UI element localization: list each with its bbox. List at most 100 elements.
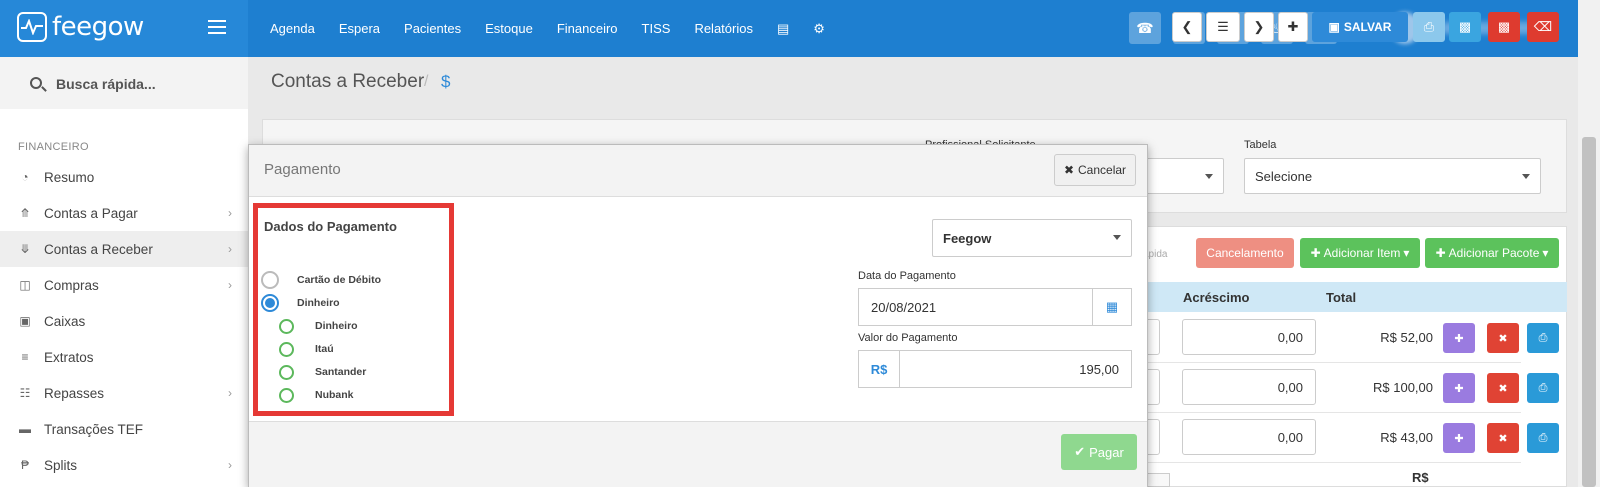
sidebar-item-contas-a-pagar[interactable]: ⤊ Contas a Pagar › — [0, 195, 248, 231]
radio-dinheiro[interactable] — [261, 294, 279, 312]
row-acrescimo-input[interactable]: 0,00 — [1182, 319, 1316, 355]
row-acrescimo-input[interactable]: 0,00 — [1182, 419, 1316, 455]
cancel-button[interactable]: ✖ Cancelar — [1054, 154, 1136, 186]
row-medkit-button[interactable]: ✚ — [1443, 423, 1475, 453]
radio-sub-dinheiro[interactable] — [279, 319, 294, 334]
nav-relatorios[interactable]: Relatórios — [694, 21, 753, 36]
radio-label: Dinheiro — [297, 297, 340, 309]
save-button[interactable]: ▣ SALVAR — [1312, 12, 1408, 42]
row-print-button[interactable]: ⎙ — [1527, 373, 1559, 403]
nav-pacientes[interactable]: Pacientes — [404, 21, 461, 36]
pdf-button[interactable]: ▩ — [1488, 12, 1520, 42]
chevron-right-icon: › — [228, 206, 232, 220]
sidebar-item-label: Resumo — [44, 169, 95, 185]
account-select-value: Feegow — [943, 230, 992, 246]
dollar-icon: $ — [441, 72, 451, 91]
print-button[interactable]: ⎙ — [1413, 12, 1445, 42]
nav-espera[interactable]: Espera — [339, 21, 380, 36]
cancel-label: Cancelar — [1078, 163, 1127, 177]
trash-icon: ⌫ — [1533, 19, 1553, 34]
logo-icon — [17, 12, 47, 42]
page-scrollbar[interactable] — [1578, 0, 1600, 487]
add-item-label: Adicionar Item — [1323, 246, 1401, 260]
row-divider — [1143, 362, 1521, 363]
search-icon — [30, 77, 42, 89]
sidebar-item-resumo[interactable]: ◔ Resumo — [0, 159, 248, 195]
value-input[interactable]: 195,00 — [899, 350, 1132, 388]
row-print-button[interactable]: ⎙ — [1527, 323, 1559, 353]
plus-icon: ✚ — [1435, 246, 1446, 260]
row-print-button[interactable]: ⎙ — [1527, 423, 1559, 453]
nav-estoque[interactable]: Estoque — [485, 21, 533, 36]
phone-icon[interactable]: ☎ — [1129, 12, 1161, 44]
page-header: Contas a Receber / $ — [248, 57, 1578, 109]
tabela-select[interactable]: Selecione — [1244, 158, 1541, 194]
tabela-value: Selecione — [1255, 168, 1313, 184]
nav-financeiro[interactable]: Financeiro — [557, 21, 618, 36]
logo-text[interactable]: feegow — [52, 12, 144, 42]
nav-tiss[interactable]: TISS — [642, 21, 671, 36]
quick-search[interactable]: Busca rápida... — [0, 57, 248, 109]
caret-down-icon: ▾ — [1403, 246, 1410, 260]
col-acrescimo: Acréscimo — [1183, 290, 1250, 305]
row-remove-button[interactable]: ✖ — [1487, 323, 1519, 353]
print-icon: ⎙ — [1423, 19, 1435, 34]
radio-sub-itau[interactable] — [279, 342, 294, 357]
account-select[interactable]: Feegow — [932, 219, 1132, 257]
radio-label: Cartão de Débito — [297, 274, 382, 286]
delete-button[interactable]: ⌫ — [1527, 12, 1559, 42]
add-button[interactable]: ✚ — [1278, 12, 1308, 42]
credit-card-icon: ▬ — [19, 422, 31, 436]
date-input[interactable]: 20/08/2021 — [858, 288, 1093, 326]
sidebar-item-contas-a-receber[interactable]: ⤋ Contas a Receber › — [0, 231, 248, 267]
radio-label: Nubank — [315, 389, 354, 401]
next-button[interactable]: ❯ — [1244, 12, 1274, 42]
caret-down-icon — [1522, 174, 1530, 179]
sidebar-section-label: FINANCEIRO — [18, 141, 89, 153]
prof-select[interactable] — [1140, 158, 1224, 194]
calendar-icon: ▦ — [1105, 299, 1119, 314]
sidebar-item-repasses[interactable]: ☷ Repasses › — [0, 375, 248, 411]
sidebar-item-extratos[interactable]: ≡ Extratos — [0, 339, 248, 375]
row-remove-button[interactable]: ✖ — [1487, 423, 1519, 453]
row-medkit-button[interactable]: ✚ — [1443, 373, 1475, 403]
value-label: Valor do Pagamento — [858, 332, 958, 344]
add-package-button[interactable]: ✚ Adicionar Pacote ▾ — [1425, 238, 1559, 268]
scrollbar-thumb[interactable] — [1582, 137, 1596, 487]
payment-data-title: Dados do Pagamento — [264, 219, 397, 234]
database-icon[interactable]: ▤ — [777, 21, 789, 37]
chevron-right-icon: › — [228, 242, 232, 256]
gear-icon[interactable]: ⚙ — [813, 21, 825, 37]
file-pdf-icon: ▩ — [1497, 19, 1511, 34]
inbox-icon: ▣ — [19, 314, 31, 328]
row-medkit-button[interactable]: ✚ — [1443, 323, 1475, 353]
col-total: Total — [1326, 290, 1357, 305]
logo-area: feegow — [0, 0, 248, 57]
prev-button[interactable]: ❮ — [1172, 12, 1202, 42]
cancelamento-button[interactable]: Cancelamento — [1196, 238, 1294, 268]
row-remove-button[interactable]: ✖ — [1487, 373, 1519, 403]
modal-title: Pagamento — [264, 161, 341, 178]
sidebar-item-transacoes-tef[interactable]: ▬ Transações TEF — [0, 411, 248, 447]
nav-agenda[interactable]: Agenda — [270, 21, 315, 36]
add-item-button[interactable]: ✚ Adicionar Item ▾ — [1300, 238, 1420, 268]
pay-button[interactable]: ✔ Pagar — [1061, 434, 1137, 470]
split-icon: ₱ — [20, 458, 29, 472]
plus-icon: ✚ — [1287, 19, 1299, 34]
calendar-button[interactable]: ▦ — [1092, 288, 1132, 326]
sidebar-item-caixas[interactable]: ▣ Caixas — [0, 303, 248, 339]
sidebar-item-splits[interactable]: ₱ Splits › — [0, 447, 248, 483]
radio-label: Santander — [315, 366, 367, 378]
row-acrescimo-input[interactable]: 0,00 — [1182, 369, 1316, 405]
hamburger-menu-icon[interactable] — [208, 20, 226, 34]
search-input[interactable]: Busca rápida... — [56, 76, 156, 92]
close-icon: ✖ — [1063, 163, 1075, 177]
file-button[interactable]: ▩ — [1449, 12, 1481, 42]
radio-sub-santander[interactable] — [279, 365, 294, 380]
sidebar-item-compras[interactable]: ◫ Compras › — [0, 267, 248, 303]
radio-cartao-debito[interactable] — [261, 271, 279, 289]
radio-sub-nubank[interactable] — [279, 388, 294, 403]
breadcrumb-separator: / — [424, 73, 429, 90]
list-button[interactable]: ☰ — [1206, 12, 1240, 42]
caret-down-icon — [1113, 235, 1121, 240]
